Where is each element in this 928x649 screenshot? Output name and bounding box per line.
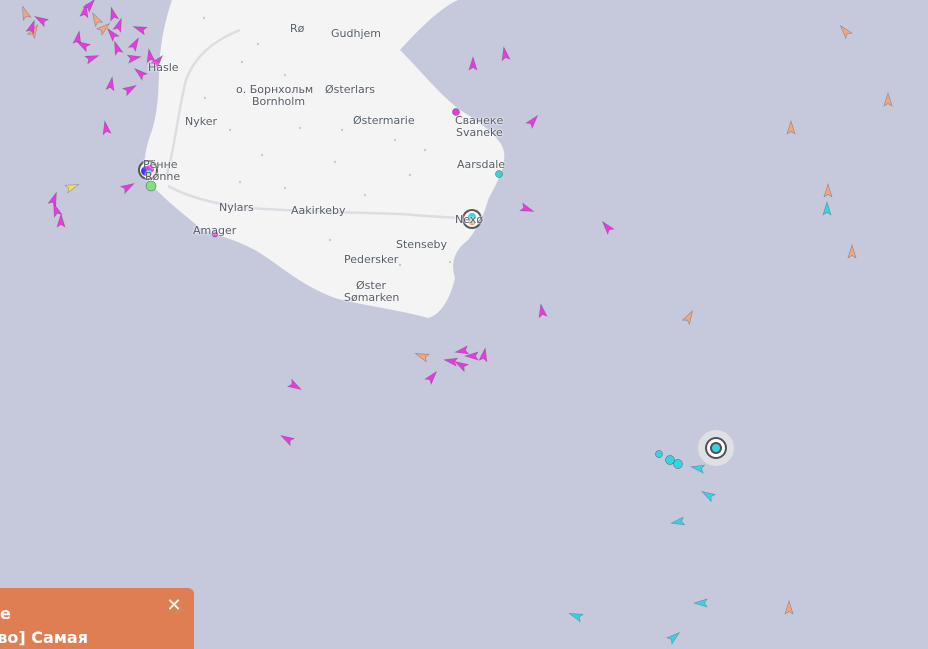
vessel-dot-icon[interactable] xyxy=(655,450,663,458)
road-dot xyxy=(423,148,427,152)
place-label-somarken: Sømarken xyxy=(344,291,400,304)
road-dot xyxy=(298,126,302,130)
road-dot xyxy=(398,263,402,267)
place-label-nyker: Nyker xyxy=(185,115,218,128)
road-dot xyxy=(328,238,332,242)
road-dot xyxy=(238,180,242,184)
place-label-hasle: Hasle xyxy=(148,61,179,74)
road-dot xyxy=(203,96,207,100)
place-label-pedersker: Pedersker xyxy=(344,253,399,266)
road-dot xyxy=(283,186,287,190)
road-dot xyxy=(202,16,206,20)
vessel-map[interactable]: Rø Gudhjem Hasle о. Борнхольм Bornholm Ø… xyxy=(0,0,928,649)
vessel-dot-icon[interactable] xyxy=(665,455,675,465)
place-label-nexo: Nexø xyxy=(455,213,484,226)
road-dot xyxy=(363,193,367,197)
place-label-ro: Rø xyxy=(290,22,305,35)
road-dot xyxy=(256,42,260,46)
place-label-aarsdale: Aarsdale xyxy=(457,158,506,171)
close-icon[interactable]: ✕ xyxy=(164,596,184,616)
target-location-icon[interactable] xyxy=(698,430,734,466)
place-label-nylars: Nylars xyxy=(219,201,254,214)
road-dot xyxy=(228,128,232,132)
place-label-stenseby: Stenseby xyxy=(396,238,448,251)
place-label-amager: Amager xyxy=(193,224,237,237)
place-label-aakirkeby: Aakirkeby xyxy=(291,204,346,217)
road-dot xyxy=(448,260,452,264)
map-canvas[interactable] xyxy=(0,0,928,649)
vessel-dot-icon[interactable] xyxy=(495,170,503,178)
road-dot xyxy=(393,138,397,142)
place-label-ostermarie: Østermarie xyxy=(353,114,415,127)
road-dot xyxy=(260,153,264,157)
place-label-osterlars: Østerlars xyxy=(325,83,376,96)
promo-line-2: тво] Самая xyxy=(0,628,88,647)
sea-area xyxy=(0,0,928,649)
vessel-dot-icon[interactable] xyxy=(673,459,683,469)
place-label-bornholm: Bornholm xyxy=(252,95,306,108)
road-dot xyxy=(408,173,412,177)
promo-line-1: ное xyxy=(0,604,11,623)
place-label-ronne: Rønne xyxy=(145,170,181,183)
promo-banner[interactable]: ное тво] Самая ✕ xyxy=(0,588,194,649)
road-dot xyxy=(240,60,244,64)
road-dot xyxy=(340,128,344,132)
place-label-svaneke: Svaneke xyxy=(456,126,503,139)
road-dot xyxy=(283,73,287,77)
road-dot xyxy=(333,160,337,164)
target-center xyxy=(712,444,720,452)
place-label-gudhjem: Gudhjem xyxy=(331,27,381,40)
promo-text: ное тво] Самая xyxy=(0,602,160,649)
